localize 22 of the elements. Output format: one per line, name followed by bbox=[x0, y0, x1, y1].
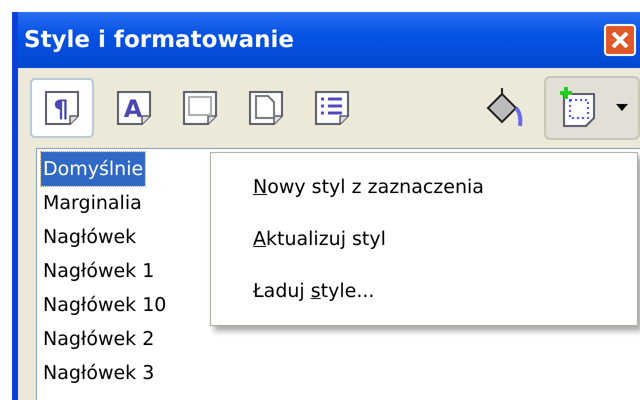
close-icon bbox=[609, 29, 631, 51]
window-title: Style i formatowanie bbox=[24, 27, 295, 53]
page-icon: ¶ bbox=[42, 88, 82, 128]
character-styles-button[interactable]: A bbox=[108, 78, 160, 138]
menu-item[interactable]: Ładuj style... bbox=[211, 265, 637, 317]
menu-item[interactable]: Nowy styl z zaznaczenia bbox=[211, 161, 637, 213]
page-icon: A bbox=[114, 88, 154, 128]
menu-item[interactable]: Aktualizuj styl bbox=[211, 213, 637, 265]
page-icon bbox=[246, 88, 286, 128]
style-item[interactable]: Domyślnie bbox=[41, 152, 146, 186]
style-item[interactable]: Nagłówek bbox=[41, 220, 138, 254]
style-item[interactable]: Nagłówek 10 bbox=[41, 288, 168, 322]
style-item[interactable]: Marginalia bbox=[41, 186, 144, 220]
close-button[interactable] bbox=[604, 24, 636, 56]
page-icon bbox=[180, 88, 220, 128]
style-item[interactable]: Nagłówek 1 bbox=[41, 254, 156, 288]
paragraph-styles-button[interactable]: ¶ bbox=[30, 78, 94, 138]
new-style-button[interactable] bbox=[544, 76, 640, 140]
list-icon bbox=[312, 88, 352, 128]
style-item[interactable]: Nagłówek 2 bbox=[41, 322, 156, 356]
caret-icon bbox=[616, 104, 628, 112]
style-item[interactable]: Nagłówek 3 bbox=[41, 356, 156, 390]
